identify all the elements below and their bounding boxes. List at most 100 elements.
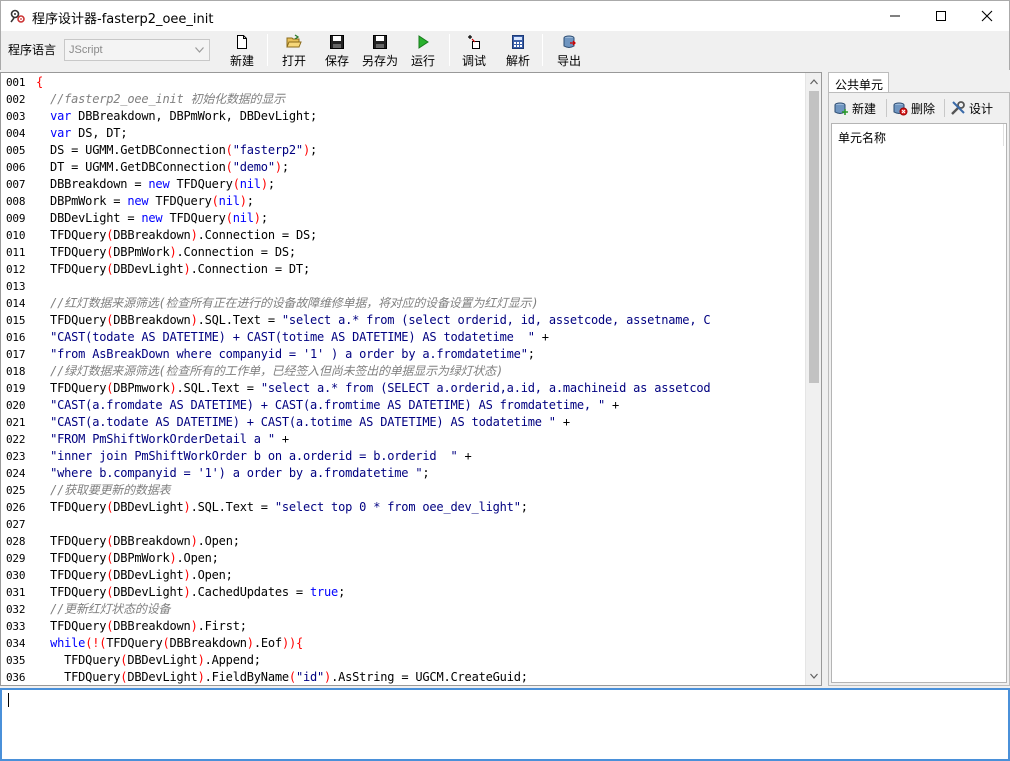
line-text: TFDQuery(DBDevLight).Connection = DT; (36, 262, 310, 276)
code-line[interactable]: 018 //绿灯数据来源筛选(检查所有的工作单，已经签入但尚未签出的单据显示为绿… (1, 363, 806, 380)
scroll-up-icon[interactable] (809, 77, 819, 87)
code-editor[interactable]: 001{002 //fasterp2_oee_init 初始化数据的显示 003 … (0, 72, 822, 686)
unit-delete-label: 删除 (911, 101, 936, 116)
close-button[interactable] (964, 1, 1010, 31)
code-line[interactable]: 014 //红灯数据来源筛选(检查所有正在进行的设备故障维修单据，将对应的设备设… (1, 295, 806, 312)
parse-button-label: 解析 (506, 54, 531, 68)
line-text: TFDQuery(DBBreakdown).Open; (36, 534, 240, 548)
line-text: TFDQuery(DBBreakdown).SQL.Text = "select… (36, 313, 711, 327)
line-number: 005 (6, 144, 26, 157)
code-line[interactable]: 036 TFDQuery(DBDevLight).FieldByName("id… (1, 669, 806, 685)
export-button[interactable]: 导出 (557, 33, 581, 69)
line-text: //绿灯数据来源筛选(检查所有的工作单，已经签入但尚未签出的单据显示为绿灯状态) (50, 364, 503, 378)
maximize-button[interactable] (918, 1, 964, 31)
line-text: //获取要更新的数据表 (50, 483, 171, 497)
scroll-down-icon[interactable] (809, 671, 819, 681)
line-number: 025 (6, 484, 26, 497)
code-line[interactable]: 034 while(!(TFDQuery(DBBreakdown).Eof)){ (1, 635, 806, 652)
tab-public-units[interactable]: 公共单元 (828, 72, 889, 93)
unit-name-column-header[interactable]: 单元名称 (838, 129, 886, 146)
code-lines[interactable]: 001{002 //fasterp2_oee_init 初始化数据的显示 003 … (1, 74, 806, 685)
line-number: 027 (6, 518, 26, 531)
debug-button[interactable]: 调试 (462, 33, 486, 69)
code-line[interactable]: 007 DBBreakdown = new TFDQuery(nil); (1, 176, 806, 193)
line-text: DBPmWork = new TFDQuery(nil); (36, 194, 254, 208)
open-button[interactable]: 打开 (282, 33, 306, 69)
code-line[interactable]: 031 TFDQuery(DBDevLight).CachedUpdates =… (1, 584, 806, 601)
unit-delete-button[interactable]: 删除 (892, 98, 935, 118)
line-number: 019 (6, 382, 26, 395)
code-line[interactable]: 009 DBDevLight = new TFDQuery(nil); (1, 210, 806, 227)
code-line[interactable]: 030 TFDQuery(DBDevLight).Open; (1, 567, 806, 584)
line-text: var DS, DT; (50, 126, 128, 140)
code-line[interactable]: 017 "from AsBreakDown where companyid = … (1, 346, 806, 363)
language-label: 程序语言 (8, 43, 57, 57)
line-number: 001 (6, 76, 26, 89)
code-line[interactable]: 002 //fasterp2_oee_init 初始化数据的显示 (1, 91, 806, 108)
code-line[interactable]: 032 //更新红灯状态的设备 (1, 601, 806, 618)
code-line[interactable]: 027 (1, 516, 806, 533)
editor-vertical-scrollbar[interactable] (805, 73, 821, 685)
line-number: 002 (6, 93, 26, 106)
tools-icon (951, 101, 965, 115)
unit-design-label: 设计 (969, 101, 994, 116)
toolbar-divider (542, 34, 543, 66)
code-line[interactable]: 021 "CAST(a.todate AS DATETIME) + CAST(a… (1, 414, 806, 431)
code-line[interactable]: 029 TFDQuery(DBPmWork).Open; (1, 550, 806, 567)
code-line[interactable]: 028 TFDQuery(DBBreakdown).Open; (1, 533, 806, 550)
line-text: //红灯数据来源筛选(检查所有正在进行的设备故障维修单据，将对应的设备设置为红灯… (50, 296, 539, 310)
column-divider (1003, 124, 1004, 146)
save-button[interactable]: 保存 (325, 33, 349, 69)
line-number: 014 (6, 297, 26, 310)
code-line[interactable]: 019 TFDQuery(DBPmwork).SQL.Text = "selec… (1, 380, 806, 397)
maximize-icon (936, 11, 946, 21)
code-line[interactable]: 011 TFDQuery(DBPmWork).Connection = DS; (1, 244, 806, 261)
line-text: "FROM PmShiftWorkOrderDetail a " + (50, 432, 289, 446)
line-text: DS = UGMM.GetDBConnection("fasterp2"); (36, 143, 318, 157)
code-line[interactable]: 020 "CAST(a.fromdate AS DATETIME) + CAST… (1, 397, 806, 414)
language-select[interactable]: JScript (64, 39, 210, 61)
line-number: 017 (6, 348, 26, 361)
code-line[interactable]: 004 var DS, DT; (1, 125, 806, 142)
code-line[interactable]: 025 //获取要更新的数据表 (1, 482, 806, 499)
code-line[interactable]: 022 "FROM PmShiftWorkOrderDetail a " + (1, 431, 806, 448)
toolbar-divider (449, 34, 450, 66)
unit-design-button[interactable]: 设计 (950, 98, 993, 118)
parse-button[interactable]: 解析 (506, 33, 530, 69)
app-gear-icon (10, 9, 25, 23)
line-text: "CAST(todate AS DATETIME) + CAST(totime … (50, 330, 549, 344)
floppy-icon (330, 35, 344, 49)
code-line[interactable]: 033 TFDQuery(DBBreakdown).First; (1, 618, 806, 635)
code-line[interactable]: 003 var DBBreakdown, DBPmWork, DBDevLigh… (1, 108, 806, 125)
line-text: "CAST(a.todate AS DATETIME) + CAST(a.tot… (50, 415, 570, 429)
code-line[interactable]: 023 "inner join PmShiftWorkOrder b on a.… (1, 448, 806, 465)
code-line[interactable]: 012 TFDQuery(DBDevLight).Connection = DT… (1, 261, 806, 278)
delete-icon (893, 102, 908, 116)
minimize-button[interactable] (872, 1, 918, 31)
code-line[interactable]: 001 { (1, 74, 806, 91)
code-line[interactable]: 016 "CAST(todate AS DATETIME) + CAST(tot… (1, 329, 806, 346)
code-line[interactable]: 008 DBPmWork = new TFDQuery(nil); (1, 193, 806, 210)
line-text: //fasterp2_oee_init 初始化数据的显示 (50, 92, 285, 106)
code-line[interactable]: 026 TFDQuery(DBDevLight).SQL.Text = "sel… (1, 499, 806, 516)
unit-new-label: 新建 (852, 101, 877, 116)
unit-new-button[interactable]: 新建 (833, 98, 876, 118)
run-button[interactable]: 运行 (411, 33, 435, 69)
debug-icon (468, 35, 480, 49)
code-line[interactable]: 005 DS = UGMM.GetDBConnection("fasterp2"… (1, 142, 806, 159)
code-line[interactable]: 015 TFDQuery(DBBreakdown).SQL.Text = "se… (1, 312, 806, 329)
line-number: 028 (6, 535, 26, 548)
new-button[interactable]: 新建 (230, 33, 254, 69)
save-as-button[interactable]: 另存为 (362, 33, 398, 69)
code-line[interactable]: 013 (1, 278, 806, 295)
code-line[interactable]: 024 "where b.companyid = '1') a order by… (1, 465, 806, 482)
open-button-label: 打开 (282, 54, 307, 68)
output-text-area[interactable] (0, 688, 1010, 761)
scrollbar-thumb[interactable] (809, 91, 819, 383)
code-line[interactable]: 010 TFDQuery(DBBreakdown).Connection = D… (1, 227, 806, 244)
unit-list[interactable]: 单元名称 (831, 123, 1007, 683)
code-line[interactable]: 006 DT = UGMM.GetDBConnection("demo"); (1, 159, 806, 176)
line-text: { (36, 75, 44, 89)
new-unit-icon (834, 102, 848, 115)
code-line[interactable]: 035 TFDQuery(DBDevLight).Append; (1, 652, 806, 669)
